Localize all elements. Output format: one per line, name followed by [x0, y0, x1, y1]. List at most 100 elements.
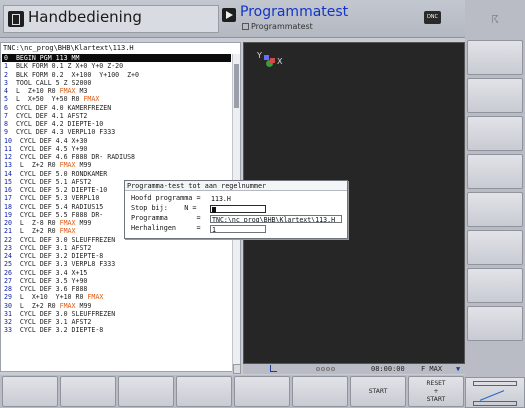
line-text: CYCL DEF 3.1 AFST2 — [19, 243, 92, 252]
reset-start-button[interactable]: RESET + START — [408, 376, 464, 407]
vertical-softkey-5[interactable] — [467, 192, 523, 227]
vertical-softkey-2[interactable] — [467, 78, 523, 113]
line-number: 21 — [4, 227, 12, 236]
program-line[interactable]: 23 CYCL DEF 3.1 AFST2 — [2, 244, 231, 252]
program-line[interactable]: 10 CYCL DEF 4.4 X+30 — [2, 137, 231, 145]
line-text: CYCL DEF 5.1 AFST2 — [19, 177, 92, 186]
line-number: 15 — [4, 177, 12, 186]
line-number: 30 — [4, 301, 12, 310]
program-line[interactable]: 7 CYCL DEF 4.1 AFST2 — [2, 112, 231, 120]
program-line[interactable]: 28 CYCL DEF 3.6 F888 — [2, 285, 231, 293]
softkey-1[interactable] — [2, 376, 58, 407]
program-line[interactable]: 29 L X+10 Y+10 R0 FMAX — [2, 293, 231, 301]
program-line[interactable]: 3 TOOL CALL 5 Z S2000 — [2, 79, 231, 87]
start-button[interactable]: START — [350, 376, 406, 407]
vertical-softkey-3[interactable] — [467, 116, 523, 151]
line-text: CYCL DEF 4.6 F888 DR- RADIUS8 — [19, 153, 136, 161]
line-text: CYCL DEF 4.4 X+30 — [19, 136, 88, 145]
line-text: CYCL DEF 3.5 Y+90 — [19, 276, 88, 285]
line-text: CYCL DEF 5.2 DIEPTE-10 — [19, 186, 108, 194]
scrollbar-thumb[interactable] — [234, 64, 239, 108]
vertical-softkey-6[interactable] — [467, 230, 523, 265]
program-line[interactable]: 6 CYCL DEF 4.0 KAMERFREZEN — [2, 104, 231, 112]
line-number: 26 — [4, 268, 12, 277]
program-line[interactable]: 24 CYCL DEF 3.2 DIEPTE-8 — [2, 252, 231, 260]
program-path: TNC:\nc_prog\BHB\Klartext\113.H — [3, 44, 134, 52]
vertical-softkey-4[interactable] — [467, 154, 523, 189]
run-to-block-dialog: Programma-test tot aan regelnummer Hoofd… — [124, 180, 348, 239]
line-text: L Z+2 R0 FMAX M99 — [19, 301, 92, 310]
program-line[interactable]: 4 L Z+10 R0 FMAX M3 — [2, 87, 231, 95]
program-line[interactable]: 27 CYCL DEF 3.5 Y+90 — [2, 277, 231, 285]
status-time: 08:00:00 — [371, 365, 405, 373]
dialog-title: Programma-test tot aan regelnummer — [125, 181, 347, 191]
programma-input[interactable]: TNC:\nc_prog\BHB\Klartext\113.H — [210, 215, 342, 223]
line-number: 11 — [4, 144, 12, 153]
line-text: CYCL DEF 3.0 SLEUFFREZEN — [19, 309, 116, 318]
list-scroll-button[interactable] — [233, 364, 241, 374]
stop-bij-input[interactable] — [210, 205, 266, 213]
program-line[interactable]: 33 CYCL DEF 3.2 DIEPTE-8 — [2, 326, 231, 334]
program-line[interactable]: 1 BLK FORM 0.1 Z X+0 Y+0 Z-20 — [2, 62, 231, 70]
line-text: CYCL DEF 5.3 VERPL10 — [19, 194, 100, 203]
softkey-2[interactable] — [60, 376, 116, 407]
program-line[interactable]: 13 L Z+2 R0 FMAX M99 — [2, 161, 231, 169]
line-text: L X+10 Y+10 R0 FMAX — [19, 293, 104, 302]
softkey-5[interactable] — [234, 376, 290, 407]
programma-label: Programma = — [131, 214, 201, 222]
vertical-softkey-1[interactable] — [467, 40, 523, 75]
line-text: CYCL DEF 4.3 VERPL10 F333 — [15, 128, 116, 137]
herhalingen-input[interactable]: 1 — [210, 225, 266, 234]
line-text: CYCL DEF 4.1 AFST2 — [15, 111, 88, 120]
line-text: CYCL DEF 3.1 AFST2 — [19, 318, 92, 326]
program-line[interactable]: 12 CYCL DEF 4.6 F888 DR- RADIUS8 — [2, 153, 231, 161]
mode-programmatest[interactable]: Programmatest Programmatest — [222, 4, 432, 33]
line-text: CYCL DEF 3.4 X+15 — [19, 268, 88, 277]
program-line[interactable]: 8 CYCL DEF 4.2 DIEPTE-10 — [2, 120, 231, 128]
program-run-icon — [222, 8, 236, 22]
program-line[interactable]: 14 CYCL DEF 5.0 RONDKAMER — [2, 170, 231, 178]
line-text: L X+50 Y+50 R0 FMAX — [15, 95, 100, 104]
mode-handbediening[interactable]: Handbediening — [3, 5, 219, 33]
program-line[interactable]: 30 L Z+2 R0 FMAX M99 — [2, 302, 231, 310]
line-text: CYCL DEF 3.2 DIEPTE-8 — [19, 326, 104, 335]
line-number: 16 — [4, 186, 12, 194]
program-line[interactable]: 32 CYCL DEF 3.1 AFST2 — [2, 318, 231, 326]
softkey-4[interactable] — [176, 376, 232, 407]
program-line[interactable]: 11 CYCL DEF 4.5 Y+90 — [2, 145, 231, 153]
program-line[interactable]: 26 CYCL DEF 3.4 X+15 — [2, 269, 231, 277]
program-line[interactable]: 0 BEGIN PGM 113 MM — [2, 54, 231, 63]
status-bar: 08:00:00 F MAX ▼ — [243, 364, 465, 374]
vertical-softkey-7[interactable] — [467, 268, 523, 303]
program-line[interactable]: 25 CYCL DEF 3.3 VERPL8 F333 — [2, 260, 231, 268]
program-line[interactable]: 2 BLK FORM 0.2 X+100 Y+100 Z+0 — [2, 71, 231, 79]
chevron-down-icon[interactable]: ▼ — [456, 365, 460, 373]
vertical-softkey-bar: ☈ — [465, 0, 525, 408]
softkey-6[interactable] — [292, 376, 348, 407]
program-line[interactable]: 31 CYCL DEF 3.0 SLEUFFREZEN — [2, 310, 231, 318]
line-text: L Z-8 R0 FMAX M99 — [19, 219, 92, 227]
program-line[interactable]: 5 L X+50 Y+50 R0 FMAX — [2, 95, 231, 103]
mode-right-title: Programmatest — [240, 4, 349, 20]
program-line[interactable]: 9 CYCL DEF 4.3 VERPL10 F333 — [2, 128, 231, 136]
softkey-3[interactable] — [118, 376, 174, 407]
softkey-row-switch[interactable] — [465, 377, 525, 408]
line-number: 14 — [4, 169, 12, 178]
vertical-softkey-8[interactable] — [467, 306, 523, 341]
line-number: 23 — [4, 243, 12, 252]
